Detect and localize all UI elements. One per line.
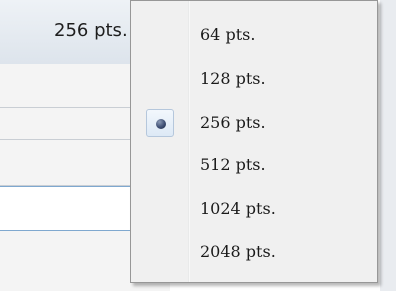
menu-item-64-pts[interactable]: 64 pts. xyxy=(134,17,374,53)
menu-item-label: 2048 pts. xyxy=(200,242,276,261)
menu-item-512-pts[interactable]: 512 pts. xyxy=(134,147,374,183)
dropdown-selected-value[interactable]: 256 pts. xyxy=(54,20,128,41)
menu-item-1024-pts[interactable]: 1024 pts. xyxy=(134,191,374,227)
menu-item-label: 512 pts. xyxy=(200,155,266,174)
background-window-edge xyxy=(380,0,396,291)
menu-item-label: 1024 pts. xyxy=(200,199,276,218)
menu-item-128-pts[interactable]: 128 pts. xyxy=(134,61,374,97)
menu-item-2048-pts[interactable]: 2048 pts. xyxy=(134,234,374,270)
menu-item-label: 64 pts. xyxy=(200,25,256,44)
menu-item-label: 256 pts. xyxy=(200,113,266,132)
radio-dot-icon xyxy=(156,119,166,129)
menu-item-256-pts[interactable]: 256 pts. xyxy=(134,105,374,141)
menu-item-label: 128 pts. xyxy=(200,69,266,88)
selected-indicator-box xyxy=(146,109,174,137)
dropdown-menu: 64 pts. 128 pts. 256 pts. 512 pts. 1024 … xyxy=(130,0,378,283)
